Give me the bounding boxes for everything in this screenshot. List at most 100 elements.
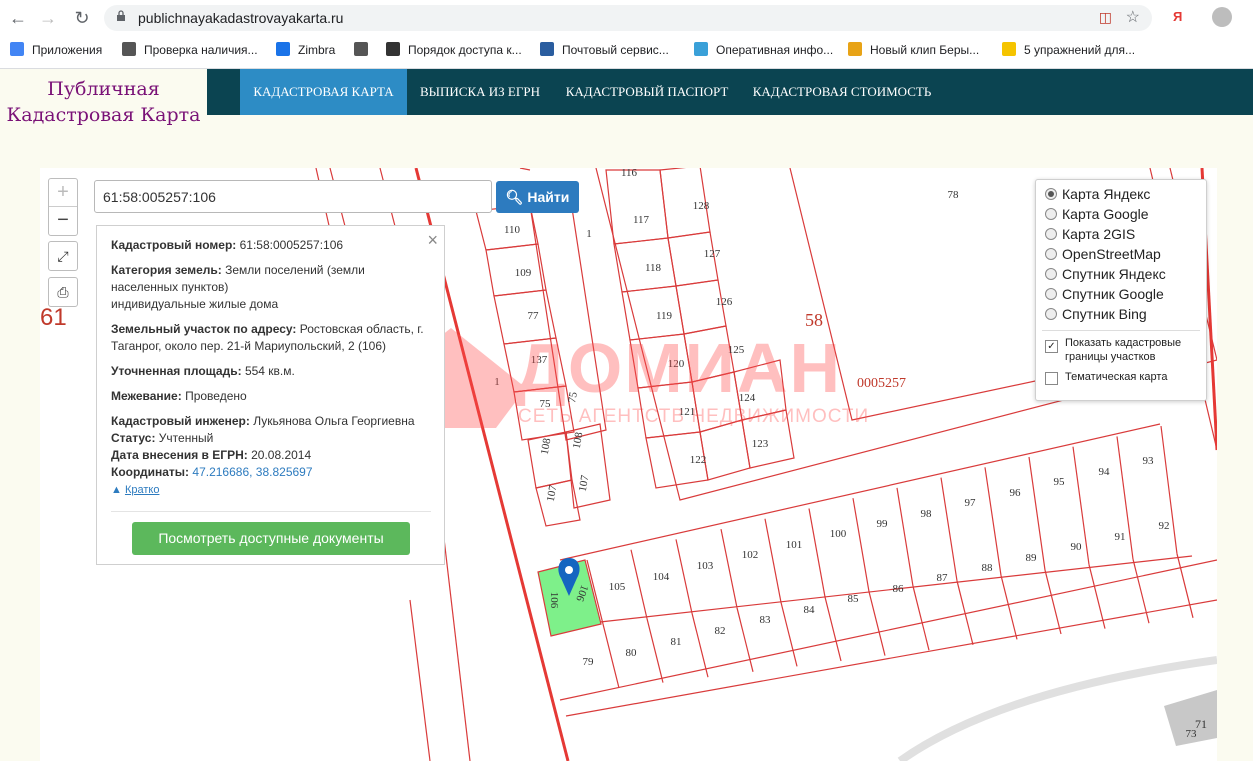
thematic-map-checkbox[interactable] (1045, 372, 1058, 385)
radio-icon[interactable] (1045, 248, 1057, 260)
forward-arrow-icon[interactable]: → (38, 8, 58, 28)
back-arrow-icon[interactable]: ← (8, 8, 28, 28)
thematic-map-label: Тематическая карта (1065, 371, 1168, 383)
bookmark-item[interactable]: 5 упражнений для... (1002, 42, 1135, 57)
search-button[interactable]: 🔍︎ Найти (496, 181, 579, 213)
layer-option[interactable]: Спутник Bing (1045, 306, 1147, 322)
view-documents-button[interactable]: Посмотреть доступные документы (132, 522, 410, 555)
star-icon[interactable]: ☆ (1126, 7, 1140, 27)
bookmark-item[interactable]: Проверка наличия... (122, 42, 258, 57)
parcel-number-label: 98 (921, 508, 933, 520)
layer-option[interactable]: Карта Google (1045, 206, 1149, 222)
parcel-number-label: 99 (877, 518, 889, 530)
parcel-number-label: 91 (1115, 531, 1126, 543)
layer-option-label: Спутник Bing (1062, 306, 1147, 322)
parcel-number-label: 118 (645, 262, 662, 274)
parcel-number-label: 103 (697, 560, 714, 572)
site-logo[interactable]: Публичная Кадастровая Карта (0, 76, 207, 128)
bookmark-item[interactable]: Порядок доступа к... (386, 42, 522, 57)
bookmark-label: Новый клип Беры... (870, 43, 980, 57)
parcel-number-label: 101 (786, 539, 803, 551)
bookmark-item[interactable]: Почтовый сервис... (540, 42, 669, 57)
layer-option[interactable]: Карта Яндекс (1045, 186, 1150, 202)
bookmark-item[interactable]: Zimbra (276, 42, 335, 57)
layer-option-label: Карта Google (1062, 206, 1149, 222)
radio-icon[interactable] (1045, 208, 1057, 220)
parcel-number-label: 71 (1195, 717, 1207, 731)
radio-icon[interactable] (1045, 288, 1057, 300)
cadastral-search-input[interactable] (94, 180, 492, 213)
reload-icon[interactable]: ↻ (72, 8, 92, 28)
bookmark-label: Приложения (32, 43, 103, 57)
nav-cadastral-map[interactable]: КАДАСТРОВАЯ КАРТА (240, 69, 407, 115)
radio-icon[interactable] (1045, 268, 1057, 280)
bookmark-item[interactable]: Приложения (10, 42, 102, 57)
parcel-number-label: 90 (1071, 541, 1083, 553)
parcel-number-label: 122 (690, 454, 707, 466)
layer-option[interactable]: Карта 2GIS (1045, 226, 1135, 242)
nav-egrn-extract[interactable]: ВЫПИСКА ИЗ ЕГРН (407, 69, 553, 115)
bookmark-label: 5 упражнений для... (1024, 43, 1136, 57)
search-icon: 🔍︎ (505, 189, 524, 205)
parcel-number-label: 127 (704, 248, 721, 260)
bookmark-item[interactable] (354, 42, 376, 57)
layer-option-label: Спутник Google (1062, 286, 1164, 302)
clip-icon (848, 42, 862, 56)
parcel-number-label: 1 (586, 228, 592, 240)
parcel-number-label: 88 (982, 562, 994, 574)
show-borders-label: Показать кадастровые границы участков (1065, 337, 1182, 363)
mail-service-icon (540, 42, 554, 56)
brief-link[interactable]: Кратко (125, 484, 160, 496)
globe-icon (354, 42, 368, 56)
parcel-number-label: 97 (965, 497, 977, 509)
engineer-row: Кадастровый инженер: Лукьянова Ольга Гео… (111, 414, 415, 428)
parcel-number-label: 109 (515, 267, 532, 279)
layer-option[interactable]: Спутник Google (1045, 286, 1164, 302)
radio-icon[interactable] (1045, 308, 1057, 320)
bookmark-label: Оперативная инфо... (716, 43, 834, 57)
fullscreen-icon[interactable]: ⤢ (48, 241, 78, 271)
parcel-number-label: 106 (548, 592, 560, 609)
parcel-number-label: 93 (1143, 455, 1155, 467)
parcel-number-label: 89 (1026, 552, 1038, 564)
zoom-in-button[interactable]: + (49, 179, 77, 207)
parcel-number-label: 85 (848, 593, 860, 605)
parcel-number-label: 92 (1159, 520, 1170, 532)
bookmark-item[interactable]: Оперативная инфо... (694, 42, 833, 57)
layer-option-label: OpenStreetMap (1062, 246, 1161, 262)
area-row: Уточненная площадь: 554 кв.м. (111, 364, 295, 378)
bookmark-label: Zimbra (298, 43, 336, 57)
nav-cadastral-value[interactable]: КАДАСТРОВАЯ СТОИМОСТЬ (741, 69, 943, 115)
lock-icon (117, 10, 125, 21)
parcel-number-label: 100 (830, 528, 847, 540)
zoom-control: + − (48, 178, 78, 236)
radio-icon[interactable] (1045, 228, 1057, 240)
survey-row: Межевание: Проведено (111, 389, 247, 403)
parcel-number-label: 110 (504, 224, 521, 236)
parcel-number-label: 105 (609, 581, 626, 593)
parcel-number-label: 87 (937, 572, 949, 584)
bookmark-item[interactable]: Новый клип Беры... (848, 42, 979, 57)
coordinates-link[interactable]: 47.216686, 38.825697 (192, 465, 312, 479)
profile-avatar-icon[interactable] (1212, 7, 1232, 27)
nav-cadastral-passport[interactable]: КАДАСТРОВЫЙ ПАСПОРТ (553, 69, 741, 115)
address-bar[interactable]: publichnayakadastrovayakarta.ru ◫ ☆ (104, 5, 1152, 31)
layer-option[interactable]: OpenStreetMap (1045, 246, 1161, 262)
yandex-icon[interactable]: Я (1173, 9, 1182, 24)
radio-icon[interactable] (1045, 188, 1057, 200)
cadastral-number-row: Кадастровый номер: 61:58:0005257:106 (111, 238, 344, 252)
parcel-number-label: 82 (715, 625, 726, 637)
layer-option[interactable]: Спутник Яндекс (1045, 266, 1166, 282)
parcel-number-label: 86 (893, 583, 905, 595)
coordinates-row: Координаты: 47.216686, 38.825697 (111, 465, 313, 479)
layer-option-label: Спутник Яндекс (1062, 266, 1166, 282)
blocked-icon[interactable]: ◫ (1099, 9, 1112, 26)
bookmarks-bar: Приложения Проверка наличия... Zimbra Поряд… (0, 36, 1253, 69)
show-borders-checkbox[interactable]: ✓ (1045, 340, 1058, 353)
print-icon[interactable]: ⎙ (48, 277, 78, 307)
date-row: Дата внесения в ЕГРН: 20.08.2014 (111, 448, 312, 462)
quarter-number: 58 (805, 310, 823, 330)
parcel-number-label: 80 (626, 647, 638, 659)
zoom-out-button[interactable]: − (49, 207, 77, 234)
parcel-number-label: 96 (1010, 487, 1022, 499)
